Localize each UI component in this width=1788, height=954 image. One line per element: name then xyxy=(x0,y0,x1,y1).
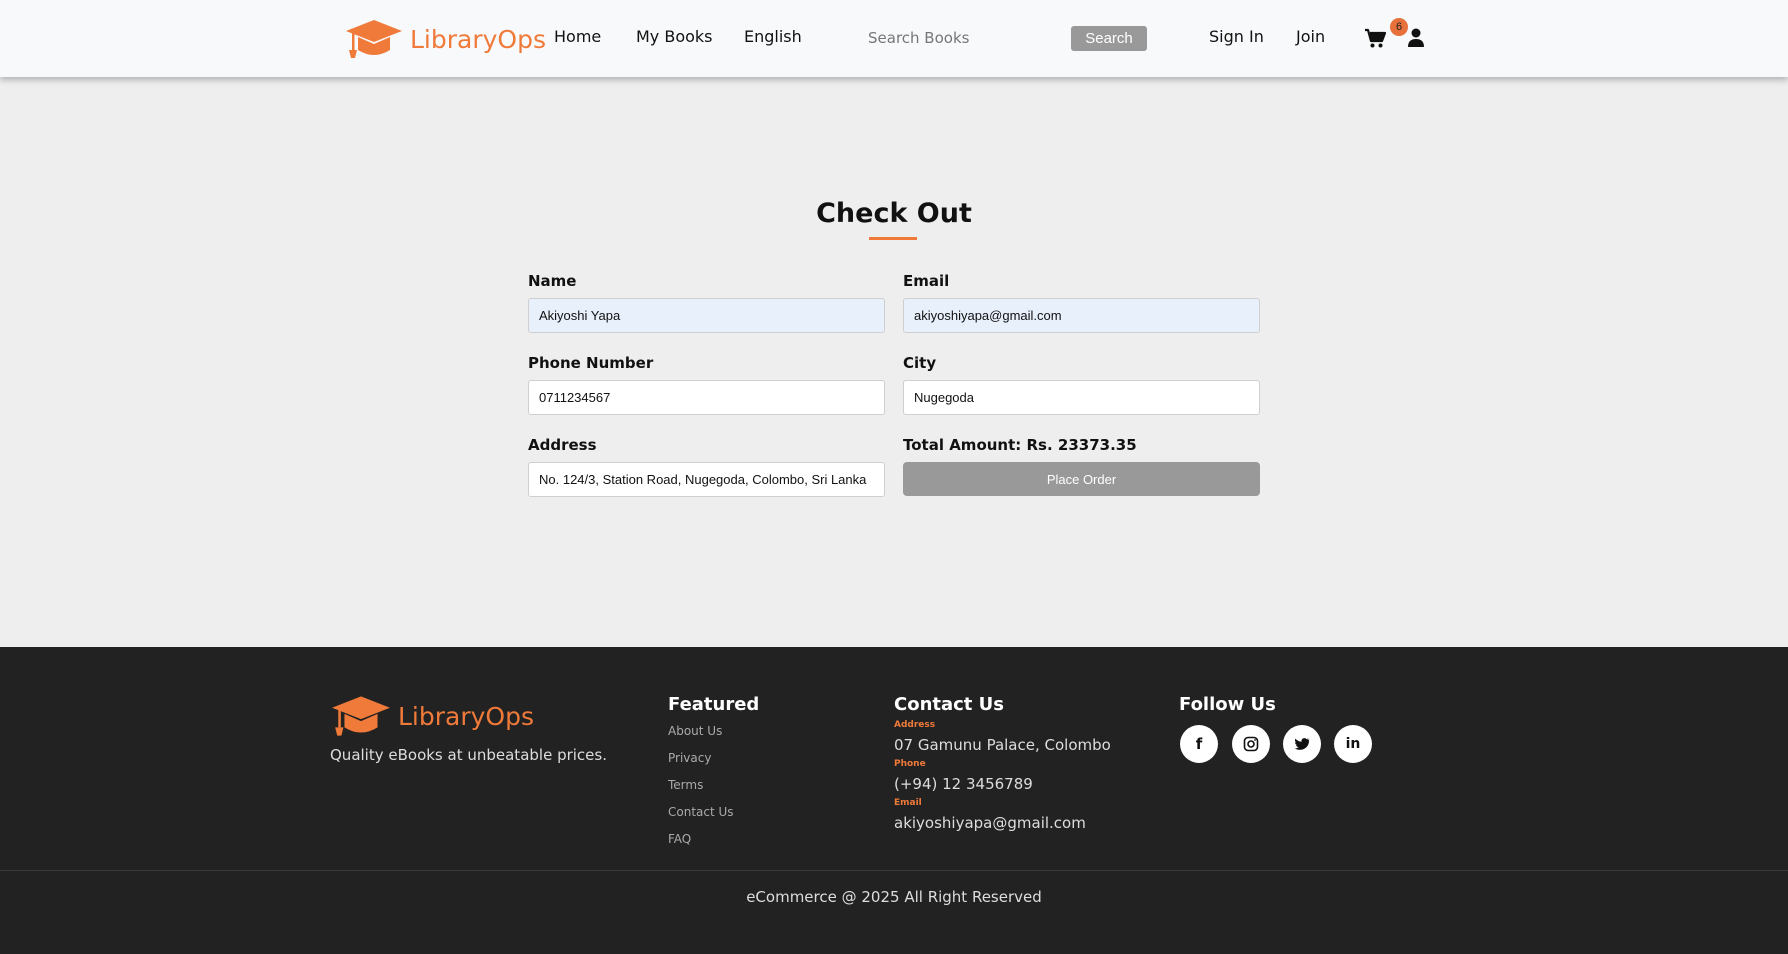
instagram-icon[interactable] xyxy=(1232,725,1270,763)
title-underline xyxy=(869,237,917,240)
phone-field[interactable] xyxy=(528,380,885,415)
address-label: Address xyxy=(528,436,597,454)
city-label: City xyxy=(903,354,937,372)
name-field[interactable] xyxy=(528,298,885,333)
cart-icon[interactable] xyxy=(1364,27,1386,49)
footer-link-about[interactable]: About Us xyxy=(668,724,722,738)
footer-tagline: Quality eBooks at unbeatable prices. xyxy=(330,746,607,764)
brand-name: LibraryOps xyxy=(410,24,546,54)
city-field[interactable] xyxy=(903,380,1260,415)
graduation-cap-icon xyxy=(346,20,402,58)
contact-heading: Contact Us xyxy=(894,694,1005,715)
graduation-cap-icon xyxy=(332,696,390,736)
footer-brand-logo[interactable]: LibraryOps xyxy=(330,694,534,738)
facebook-icon[interactable]: f xyxy=(1180,725,1218,763)
total-amount: Total Amount: Rs. 23373.35 xyxy=(903,436,1137,454)
contact-email-label: Email xyxy=(894,798,922,808)
search-button[interactable]: Search xyxy=(1071,26,1147,51)
contact-address-label: Address xyxy=(894,720,936,730)
nav-join[interactable]: Join xyxy=(1296,27,1325,46)
address-field[interactable] xyxy=(528,462,885,497)
footer-divider xyxy=(0,870,1788,871)
name-label: Name xyxy=(528,272,577,290)
contact-phone-value: (+94) 12 3456789 xyxy=(894,775,1033,793)
email-label: Email xyxy=(903,272,950,290)
footer-link-faq[interactable]: FAQ xyxy=(668,832,691,846)
footer-link-privacy[interactable]: Privacy xyxy=(668,751,711,765)
contact-phone-label: Phone xyxy=(894,759,926,769)
nav-sign-in[interactable]: Sign In xyxy=(1209,27,1264,46)
footer-link-terms[interactable]: Terms xyxy=(668,778,703,792)
follow-heading: Follow Us xyxy=(1179,694,1276,715)
nav-home[interactable]: Home xyxy=(554,27,601,46)
linkedin-icon[interactable]: in xyxy=(1334,725,1372,763)
top-navbar: LibraryOps Home My Books English Search … xyxy=(0,0,1788,77)
contact-email-value: akiyoshiyapa@gmail.com xyxy=(894,814,1086,832)
copyright-text: eCommerce @ 2025 All Right Reserved xyxy=(746,888,1042,906)
place-order-button[interactable]: Place Order xyxy=(903,462,1260,496)
user-icon[interactable] xyxy=(1407,28,1425,48)
search-input[interactable] xyxy=(868,25,1064,51)
email-field[interactable] xyxy=(903,298,1260,333)
nav-language[interactable]: English xyxy=(744,27,802,46)
page-title: Check Out xyxy=(816,198,972,229)
phone-label: Phone Number xyxy=(528,354,654,372)
brand-logo-link[interactable]: LibraryOps xyxy=(344,18,546,60)
contact-address-value: 07 Gamunu Palace, Colombo xyxy=(894,736,1111,754)
footer-brand-name: LibraryOps xyxy=(398,701,534,731)
footer-link-contact[interactable]: Contact Us xyxy=(668,805,734,819)
nav-my-books[interactable]: My Books xyxy=(636,27,713,46)
twitter-icon[interactable] xyxy=(1283,725,1321,763)
cart-count-badge: 6 xyxy=(1390,18,1408,36)
featured-heading: Featured xyxy=(668,694,760,715)
